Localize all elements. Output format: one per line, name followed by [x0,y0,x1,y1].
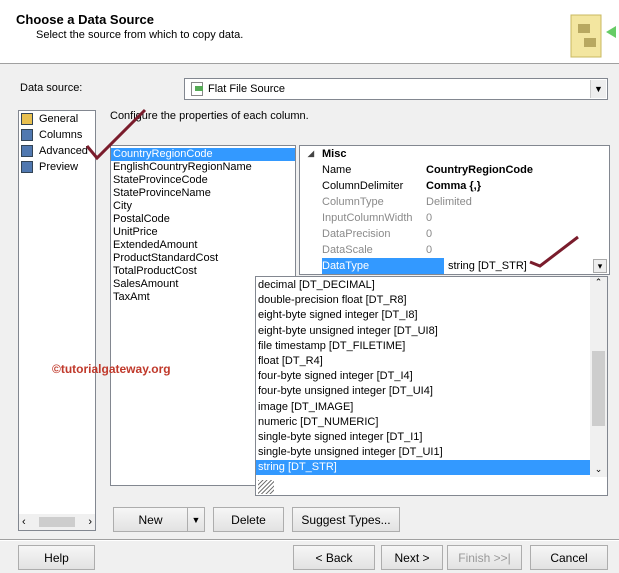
data-source-label: Data source: [20,82,83,94]
nav-item-general[interactable]: General [19,111,95,127]
columns-icon [21,129,33,141]
help-button[interactable]: Help [18,545,95,570]
nav-item-label: General [39,113,79,125]
datatype-option[interactable]: four-byte signed integer [DT_I4] [256,369,590,384]
property-name: DataType [322,258,444,274]
scrollbar-thumb[interactable] [592,351,605,426]
new-button[interactable]: New [113,507,188,532]
nav-item-preview[interactable]: Preview [19,159,95,175]
checkmark-annotation-icon [85,108,147,161]
back-button[interactable]: < Back [293,545,375,570]
nav-item-label: Advanced [39,145,88,157]
column-list-item[interactable]: City [111,200,295,213]
finish-button[interactable]: Finish >>| [447,545,522,570]
chevron-down-icon: ▼ [191,514,201,525]
property-row[interactable]: ColumnType Delimited [300,194,609,210]
property-value[interactable]: string [DT_STR] ▾ [444,258,609,274]
property-value: Comma {,} [426,180,482,192]
property-name: DataPrecision [322,228,391,240]
scroll-right-icon[interactable]: › [85,516,95,528]
property-name: Name [322,164,352,176]
collapse-icon[interactable]: ◢ [300,146,322,162]
dropdown-arrow-icon[interactable]: ▾ [593,259,607,273]
data-source-combobox[interactable]: Flat File Source ▼ [184,78,608,100]
column-list-item[interactable]: UnitPrice [111,226,295,239]
property-value: 0 [426,212,433,224]
preview-icon [21,161,33,173]
watermark: ©tutorialgateway.org [52,362,171,376]
datatype-option[interactable]: double-precision float [DT_R8] [256,293,590,308]
column-list-item[interactable]: StateProvinceCode [111,174,295,187]
column-list-item[interactable]: StateProvinceName [111,187,295,200]
delete-button[interactable]: Delete [213,507,284,532]
header: Choose a Data Source Select the source f… [0,0,619,64]
scroll-left-icon[interactable]: ‹ [19,516,29,528]
datatype-option[interactable]: numeric [DT_NUMERIC] [256,415,590,430]
new-dropdown-button[interactable]: ▼ [187,507,205,532]
scroll-up-icon[interactable]: ⌃ [590,277,607,291]
datatype-dropdown-list[interactable]: decimal [DT_DECIMAL] double-precision flo… [255,276,608,496]
chevron-down-icon[interactable]: ▼ [590,80,606,98]
nav-item-advanced[interactable]: Advanced [19,143,95,159]
datatype-option[interactable]: eight-byte signed integer [DT_I8] [256,308,590,323]
page-title: Choose a Data Source [16,12,154,27]
datatype-option[interactable]: float [DT_R4] [256,354,590,369]
page-nav: General Columns Advanced Preview ‹ › [18,110,96,531]
next-button[interactable]: Next > [381,545,443,570]
scrollbar-thumb[interactable] [39,517,75,527]
datatype-option[interactable]: string [DT_STR] [256,460,590,476]
property-name: ColumnType [322,196,384,208]
checkmark-annotation-icon [529,235,579,268]
cancel-button[interactable]: Cancel [530,545,608,570]
nav-item-label: Preview [39,161,79,173]
general-icon [21,113,33,125]
advanced-icon [21,145,33,157]
property-row[interactable]: ColumnDelimiter Comma {,} [300,178,609,194]
scroll-down-icon[interactable]: ⌄ [590,464,607,475]
datatype-option[interactable]: decimal [DT_DECIMAL] [256,278,590,293]
horizontal-scrollbar[interactable]: ‹ › [19,514,95,530]
property-name: ColumnDelimiter [322,180,404,192]
datatype-option[interactable]: text stream [DT_TEXT] [256,475,590,477]
property-category: Misc [322,148,347,160]
datatype-option[interactable]: four-byte unsigned integer [DT_UI4] [256,384,590,399]
nav-item-label: Columns [39,129,83,141]
wizard-logo-icon [570,14,616,58]
datatype-option[interactable]: image [DT_IMAGE] [256,400,590,415]
property-name: DataScale [322,244,373,256]
property-row[interactable]: Name CountryRegionCode [300,162,609,178]
column-list-item[interactable]: PostalCode [111,213,295,226]
property-value: Delimited [426,196,472,208]
datatype-option[interactable]: single-byte unsigned integer [DT_UI1] [256,445,590,460]
page-subtitle: Select the source from which to copy dat… [36,29,244,41]
data-source-value: Flat File Source [208,83,286,95]
column-list-item[interactable]: ProductStandardCost [111,252,295,265]
column-list-item[interactable]: ExtendedAmount [111,239,295,252]
property-value: CountryRegionCode [426,164,533,176]
resize-grip-icon[interactable] [258,480,274,494]
flat-file-icon [191,82,203,96]
datatype-option[interactable]: single-byte signed integer [DT_I1] [256,430,590,445]
datatype-option[interactable]: eight-byte unsigned integer [DT_UI8] [256,324,590,339]
datatype-option[interactable]: file timestamp [DT_FILETIME] [256,339,590,354]
suggest-types-button[interactable]: Suggest Types... [292,507,400,532]
property-name: InputColumnWidth [322,212,413,224]
property-row[interactable]: InputColumnWidth 0 [300,210,609,226]
divider [0,539,619,541]
nav-item-columns[interactable]: Columns [19,127,95,143]
vertical-scrollbar[interactable]: ⌃ ⌄ [590,277,607,477]
